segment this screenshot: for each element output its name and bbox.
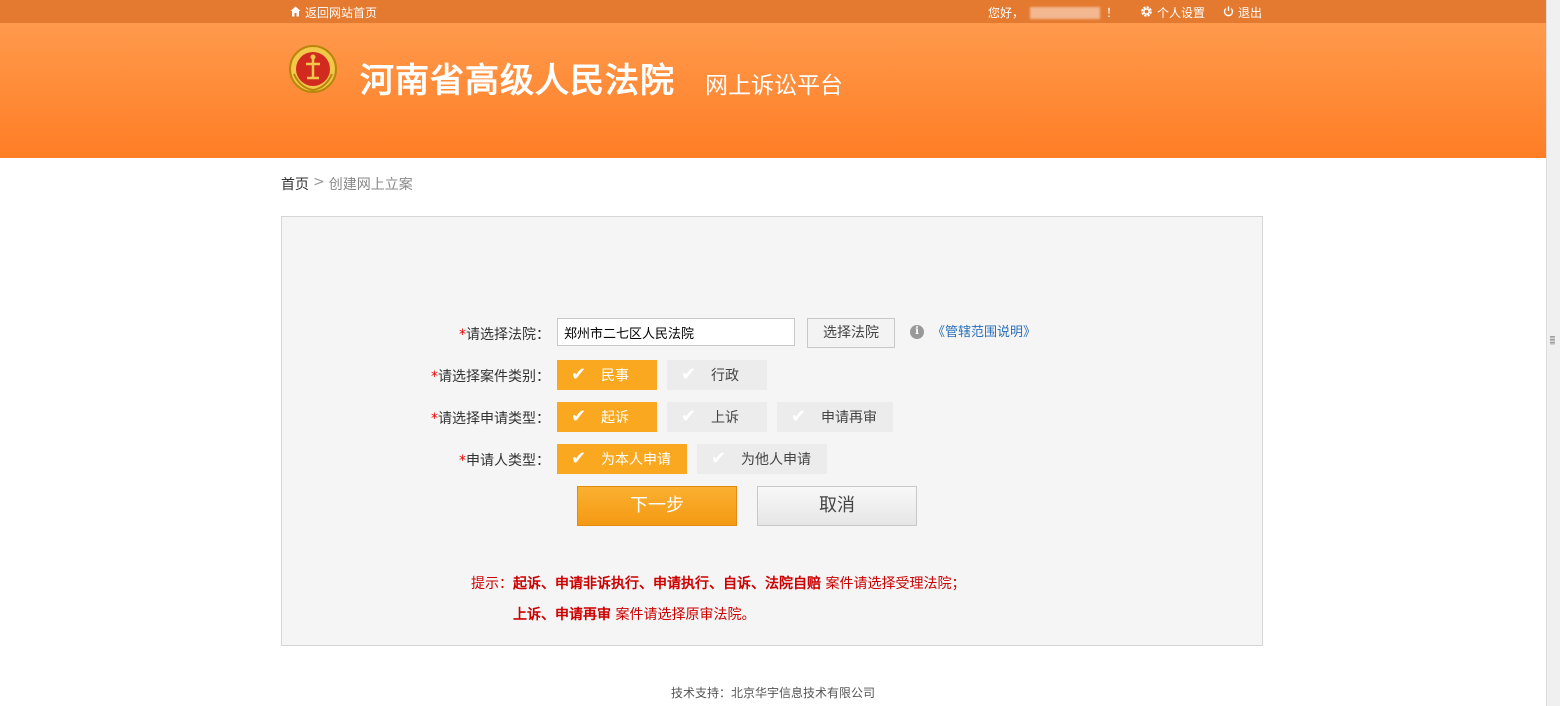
personal-settings-link[interactable]: 个人设置 xyxy=(1140,4,1205,21)
option-prosecute-label: 起诉 xyxy=(601,410,629,426)
applicant-type-label-text: 申请人类型： xyxy=(466,453,550,469)
home-icon xyxy=(290,6,301,20)
greeting-end: ！ xyxy=(1106,6,1119,20)
application-type-label-text: 请选择申请类型： xyxy=(438,411,550,427)
option-administrative[interactable]: ✔ 行政 xyxy=(667,360,767,390)
court-name-title: 河南省高级人民法院 xyxy=(360,61,675,101)
breadcrumb: 首页 > 创建网上立案 xyxy=(281,174,413,194)
return-home-label: 返回网站首页 xyxy=(305,6,378,20)
required-mark: * xyxy=(431,411,438,427)
option-civil[interactable]: ✔ 民事 xyxy=(557,360,657,390)
tip-line-2: 上诉、申请再审 案件请选择原审法院。 xyxy=(513,604,755,624)
check-icon: ✔ xyxy=(681,406,697,427)
check-icon: ✔ xyxy=(681,364,697,385)
application-type-label: *请选择申请类型： xyxy=(320,408,550,428)
top-bar: 返回网站首页 您好， ！ 个人设置 退出 xyxy=(0,0,1546,23)
breadcrumb-current: 创建网上立案 xyxy=(328,177,413,193)
option-retrial[interactable]: ✔ 申请再审 xyxy=(777,402,893,432)
check-icon: ✔ xyxy=(571,364,587,385)
footer-tech-support: 技术支持：北京华宇信息技术有限公司 xyxy=(670,686,875,700)
breadcrumb-separator: > xyxy=(313,174,325,190)
logout-label: 退出 xyxy=(1238,6,1263,20)
breadcrumb-home[interactable]: 首页 xyxy=(281,174,309,194)
scrollbar-grip[interactable]: ═ ═ ═ xyxy=(1550,334,1557,348)
tip-line-1-rest: 案件请选择受理法院； xyxy=(821,576,966,592)
tip-line-1: 提示：起诉、申请非诉执行、申请执行、自诉、法院自赔 案件请选择受理法院； xyxy=(471,573,965,593)
applicant-type-label: *申请人类型： xyxy=(320,450,550,470)
tip-line-2-bold: 上诉、申请再审 xyxy=(513,607,611,623)
logout-link[interactable]: 退出 xyxy=(1223,4,1262,21)
gear-icon xyxy=(1140,5,1153,21)
court-emblem-icon xyxy=(288,44,338,94)
page-scrollbar[interactable]: ═ ═ ═ xyxy=(1546,0,1560,706)
choose-court-button[interactable]: 选择法院 xyxy=(807,318,895,348)
court-input[interactable] xyxy=(557,318,795,346)
jurisdiction-scope-link[interactable]: 《管辖范围说明》 xyxy=(932,321,1036,340)
personal-settings-label: 个人设置 xyxy=(1157,6,1206,20)
greeting-text: 您好， xyxy=(988,6,1025,20)
cancel-button[interactable]: 取消 xyxy=(757,486,917,526)
required-mark: * xyxy=(459,453,466,469)
option-others-label: 为他人申请 xyxy=(741,452,811,468)
option-self-label: 为本人申请 xyxy=(601,452,671,468)
option-appeal-label: 上诉 xyxy=(711,410,739,426)
check-icon: ✔ xyxy=(791,406,807,427)
option-prosecute[interactable]: ✔ 起诉 xyxy=(557,402,657,432)
next-step-button[interactable]: 下一步 xyxy=(577,486,737,526)
option-others[interactable]: ✔ 为他人申请 xyxy=(697,444,827,474)
tip-line-1-bold: 起诉、申请非诉执行、申请执行、自诉、法院自赔 xyxy=(513,576,821,592)
check-icon: ✔ xyxy=(711,448,727,469)
option-retrial-label: 申请再审 xyxy=(821,410,877,426)
user-area: 您好， ！ 个人设置 退出 xyxy=(988,4,1262,21)
check-icon: ✔ xyxy=(571,406,587,427)
check-icon: ✔ xyxy=(571,448,587,469)
option-self[interactable]: ✔ 为本人申请 xyxy=(557,444,687,474)
info-icon: i xyxy=(910,325,924,339)
court-label-text: 请选择法院： xyxy=(466,327,550,343)
platform-name: 网上诉讼平台 xyxy=(705,73,843,99)
tip-prefix: 提示： xyxy=(471,576,513,592)
case-category-label-text: 请选择案件类别： xyxy=(438,369,550,385)
option-appeal[interactable]: ✔ 上诉 xyxy=(667,402,767,432)
court-label: *请选择法院： xyxy=(320,324,550,344)
option-civil-label: 民事 xyxy=(601,368,629,384)
case-category-label: *请选择案件类别： xyxy=(320,366,550,386)
required-mark: * xyxy=(459,327,466,343)
redacted-username xyxy=(1030,6,1101,19)
power-icon xyxy=(1223,6,1234,20)
return-home-link[interactable]: 返回网站首页 xyxy=(290,4,377,21)
required-mark: * xyxy=(431,369,438,385)
option-administrative-label: 行政 xyxy=(711,368,739,384)
tip-line-2-rest: 案件请选择原审法院。 xyxy=(611,607,756,623)
